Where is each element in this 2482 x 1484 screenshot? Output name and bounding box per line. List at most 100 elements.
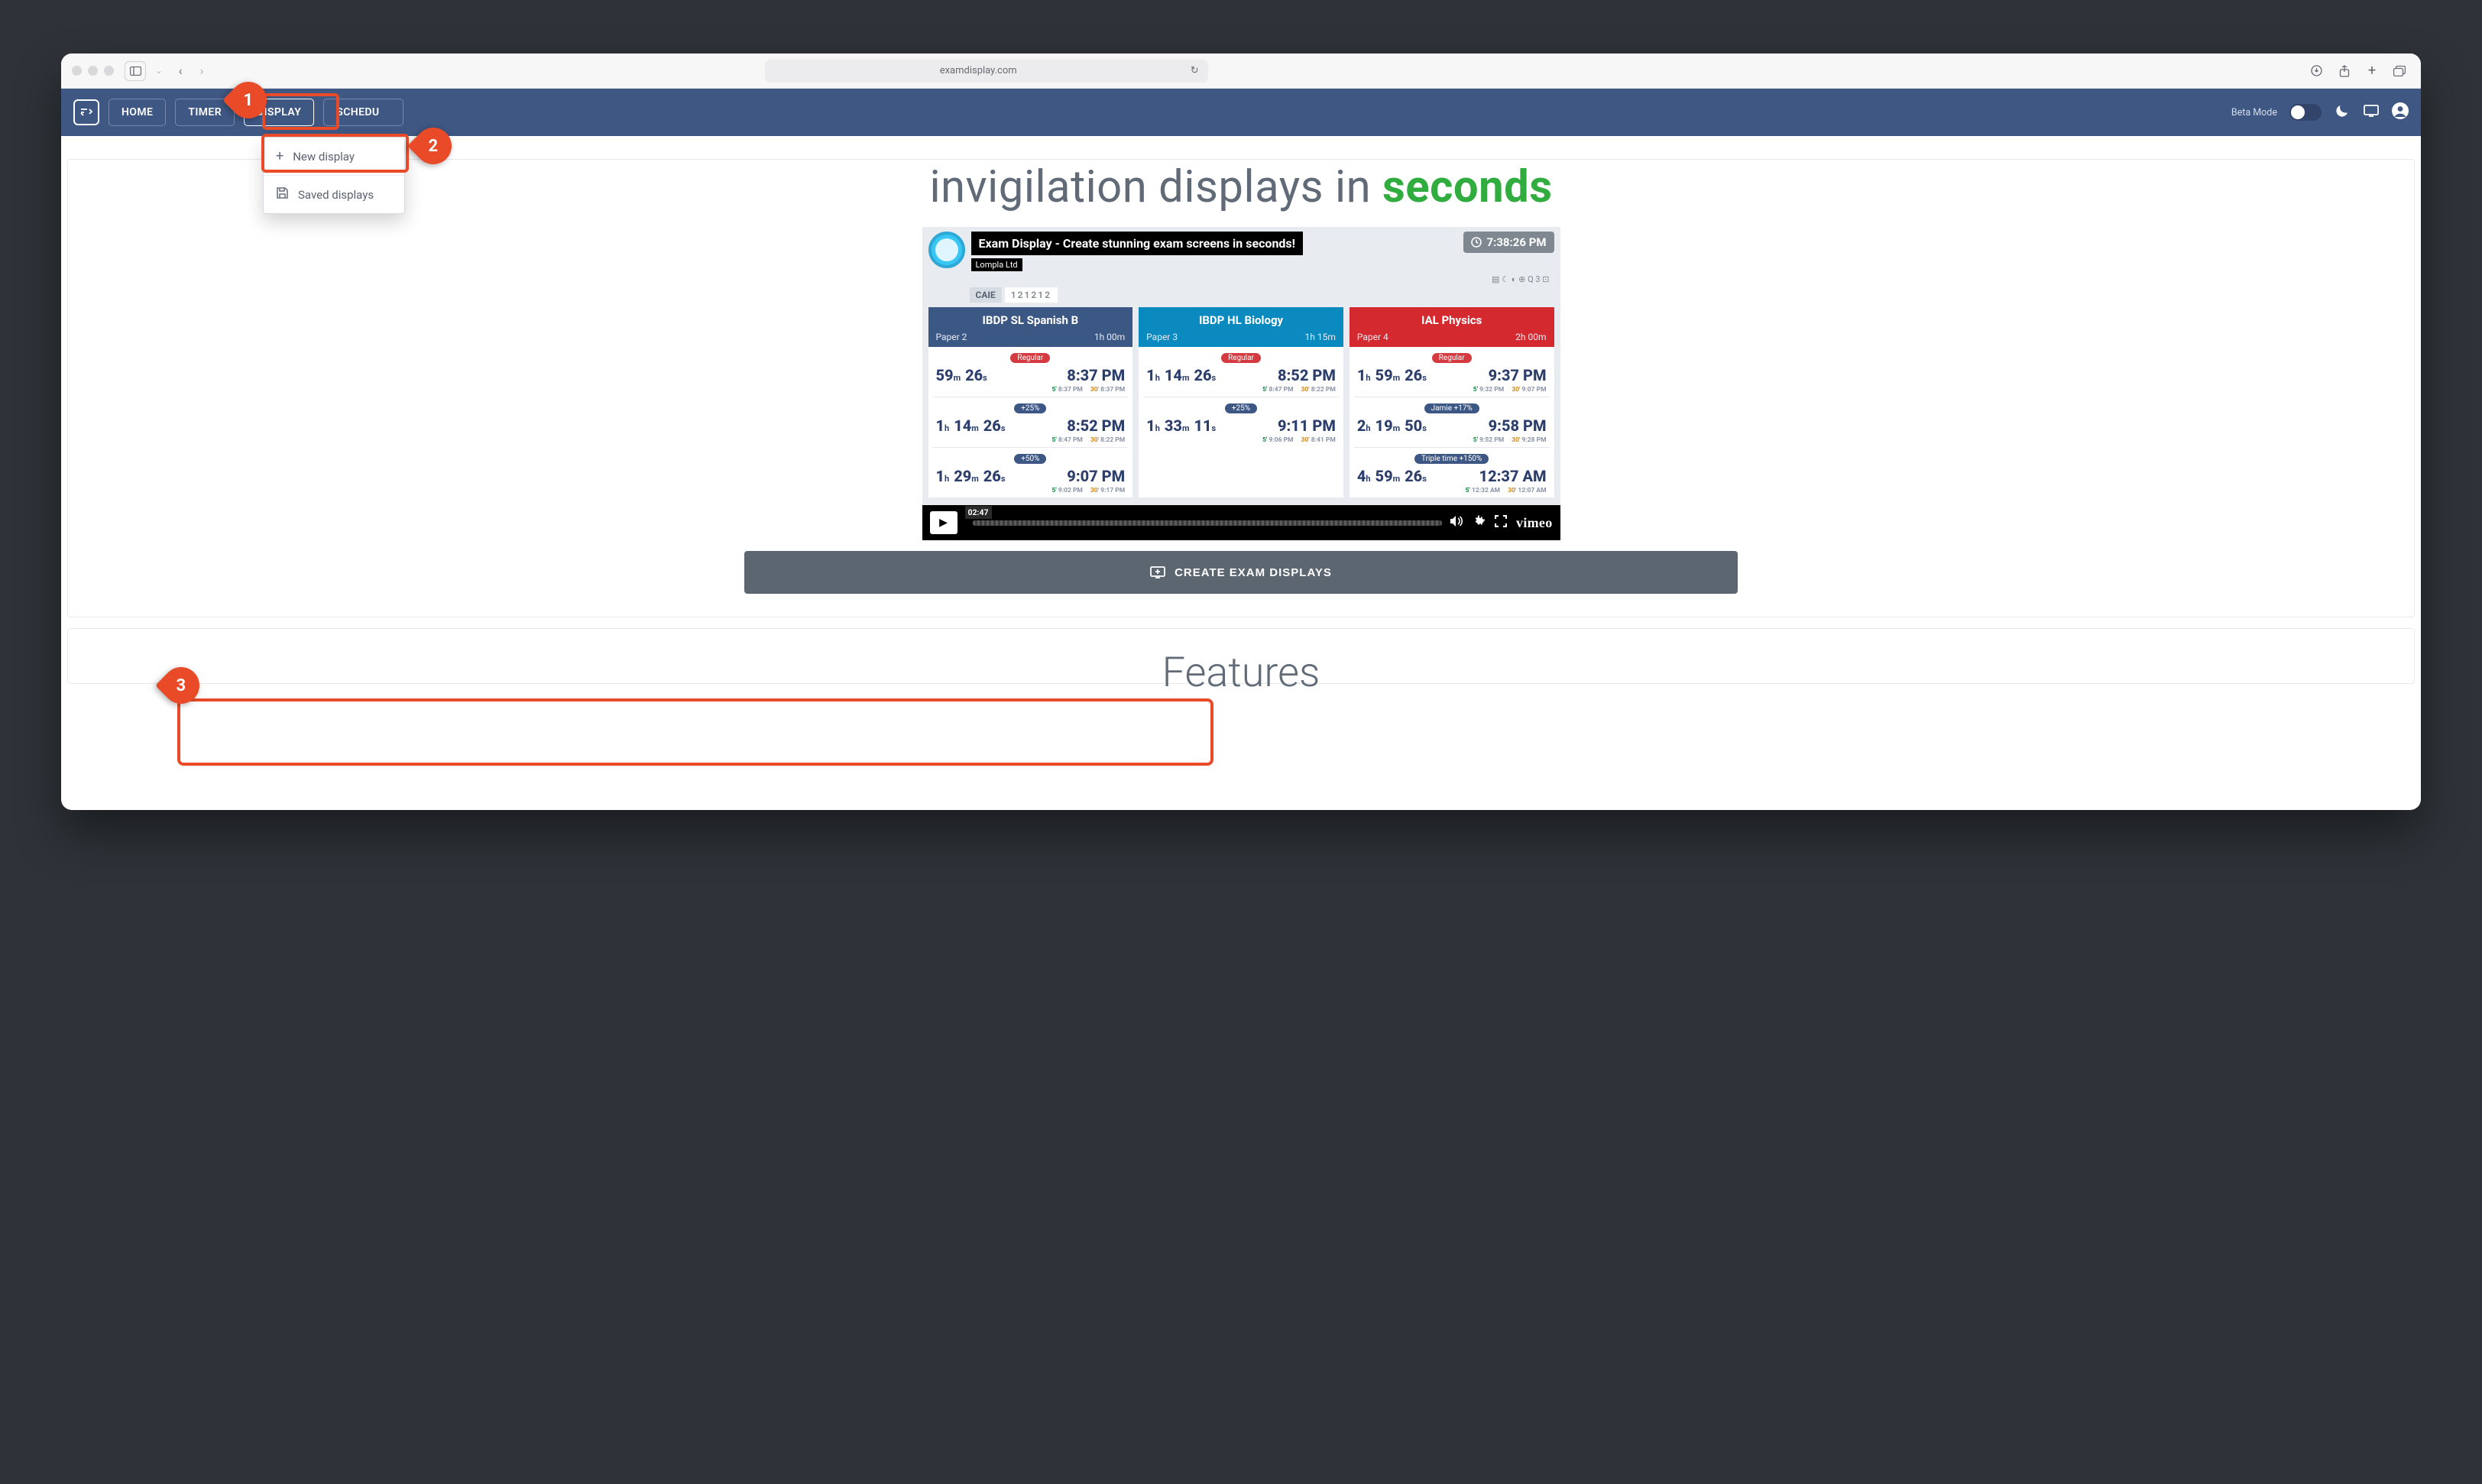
mini-toolbar: ▤ ☾ ◐ ⊕ Q 3 ⊡ <box>970 271 1554 287</box>
video-title: Exam Display - Create stunning exam scre… <box>971 232 1303 255</box>
timer-row: 1h 29m 26s 9:07 PM <box>928 465 1133 487</box>
add-screen-icon <box>1150 566 1165 578</box>
download-icon[interactable] <box>2306 61 2328 81</box>
tabs-icon[interactable] <box>2389 61 2410 81</box>
variant-pill: Triple time +150% <box>1414 454 1489 464</box>
time-remaining: 1h 59m 26s <box>1357 366 1427 384</box>
gear-icon[interactable] <box>1473 515 1486 531</box>
video-timecode: 02:47 <box>965 506 992 519</box>
clock-badge: 7:38:26 PM <box>1463 232 1554 253</box>
moon-icon[interactable] <box>2334 104 2351 122</box>
reload-icon[interactable]: ↻ <box>1191 65 1199 76</box>
nav-home[interactable]: HOME <box>109 99 166 126</box>
address-text: examdisplay.com <box>774 65 1183 76</box>
variant-pill: Regular <box>1432 353 1472 363</box>
volume-icon[interactable] <box>1450 515 1463 530</box>
end-time: 9:07 PM <box>1067 467 1125 485</box>
end-time: 9:11 PM <box>1278 416 1336 435</box>
chip-caie: CAIE <box>970 287 1002 303</box>
card-title: IAL Physics <box>1350 307 1554 329</box>
time-remaining: 1h 29m 26s <box>936 467 1006 485</box>
chip-code: 121212 <box>1005 287 1058 303</box>
page-content: invigilation displays in seconds Exam Di… <box>61 136 2421 684</box>
zoom-dot[interactable] <box>104 66 114 76</box>
card-title: IBDP SL Spanish B <box>928 307 1133 329</box>
timer-row: 1h 59m 26s 9:37 PM <box>1350 365 1554 386</box>
end-time: 8:52 PM <box>1278 366 1336 384</box>
dropdown-new-display[interactable]: + New display <box>264 138 404 175</box>
mini-times: 5' 8:37 PM30' 8:37 PM <box>928 386 1133 397</box>
new-tab-icon[interactable]: + <box>2361 61 2383 81</box>
timer-row: 1h 14m 26s 8:52 PM <box>1139 365 1343 386</box>
forward-icon[interactable]: › <box>193 63 210 78</box>
play-button[interactable]: ▶ <box>930 511 957 534</box>
end-time: 8:37 PM <box>1067 366 1125 384</box>
sidebar-toggle-icon[interactable] <box>125 61 146 81</box>
card-subtitle: Paper 31h 15m <box>1139 329 1343 347</box>
address-bar[interactable]: examdisplay.com ↻ <box>765 60 1208 83</box>
hero-lead: invigilation displays in <box>929 161 1371 213</box>
cta-label: CREATE EXAM DISPLAYS <box>1175 566 1332 579</box>
browser-titlebar: ⌄ ‹ › examdisplay.com ↻ + <box>61 53 2421 89</box>
create-exam-displays-button[interactable]: CREATE EXAM DISPLAYS <box>744 551 1738 594</box>
dropdown-saved-displays[interactable]: Saved displays <box>264 175 404 213</box>
exam-card: IAL Physics Paper 42h 00m Regular 1h 59m… <box>1350 307 1554 497</box>
variant-pill: Regular <box>1010 353 1050 363</box>
video-channel: Lompla Ltd <box>971 258 1022 271</box>
timer-row: 1h 33m 11s 9:11 PM <box>1139 415 1343 436</box>
dropdown-item-label: Saved displays <box>298 188 374 202</box>
display-dropdown: + New display Saved displays <box>263 137 405 214</box>
variant-pill: Regular <box>1221 353 1261 363</box>
hero-heading: invigilation displays in seconds <box>68 161 2414 213</box>
card-title: IBDP HL Biology <box>1139 307 1343 329</box>
end-time: 12:37 AM <box>1479 467 1547 485</box>
time-remaining: 1h 14m 26s <box>1146 366 1217 384</box>
beta-mode-toggle[interactable] <box>2289 104 2322 121</box>
share-icon[interactable] <box>2334 61 2355 81</box>
mini-times: 5' 8:47 PM30' 8:22 PM <box>928 436 1133 447</box>
account-icon[interactable] <box>2392 102 2409 123</box>
app-logo-icon[interactable] <box>73 99 99 125</box>
exam-card: IBDP HL Biology Paper 31h 15m Regular 1h… <box>1139 307 1343 497</box>
highlight-box <box>177 698 1213 766</box>
time-remaining: 2h 19m 50s <box>1357 416 1427 435</box>
browser-window: ⌄ ‹ › examdisplay.com ↻ + <box>61 53 2421 810</box>
mini-times: 5' 9:06 PM30' 8:41 PM <box>1139 436 1343 447</box>
chevron-down-icon[interactable]: ⌄ <box>151 66 167 76</box>
end-time: 8:52 PM <box>1067 416 1125 435</box>
dropdown-item-label: New display <box>293 150 355 164</box>
mini-times: 5' 9:32 PM30' 9:07 PM <box>1350 386 1554 397</box>
timer-row: 59m 26s 8:37 PM <box>928 365 1133 386</box>
nav-schedule[interactable]: SCHEDU <box>323 99 403 126</box>
present-icon[interactable] <box>2363 105 2380 121</box>
video-embed[interactable]: Exam Display - Create stunning exam scre… <box>922 227 1560 540</box>
exam-cards: IBDP SL Spanish B Paper 21h 00m Regular … <box>922 307 1560 505</box>
time-remaining: 59m 26s <box>936 366 988 384</box>
annotation-marker: 2 <box>411 124 455 168</box>
features-heading: Features <box>68 649 2414 697</box>
channel-avatar[interactable] <box>928 232 965 268</box>
variant-pill: +25% <box>1014 403 1046 413</box>
beta-mode-label: Beta Mode <box>2231 107 2277 118</box>
mini-times: 5' 12:32 AM30' 12:07 AM <box>1350 487 1554 497</box>
video-player-bar: ▶ 02:47 <box>922 505 1560 540</box>
timer-row: 1h 14m 26s 8:52 PM <box>928 415 1133 436</box>
save-icon <box>276 186 289 203</box>
minimize-dot[interactable] <box>88 66 98 76</box>
mini-times: 5' 9:02 PM30' 9:17 PM <box>928 487 1133 497</box>
plus-icon: + <box>276 148 284 164</box>
mini-times: 5' 9:52 PM30' 9:28 PM <box>1350 436 1554 447</box>
fullscreen-icon[interactable] <box>1495 515 1507 530</box>
variant-pill: Jamie +17% <box>1424 403 1479 413</box>
hero-accent: seconds <box>1382 161 1553 213</box>
exam-card: IBDP SL Spanish B Paper 21h 00m Regular … <box>928 307 1133 497</box>
time-remaining: 1h 14m 26s <box>936 416 1006 435</box>
timer-row: 2h 19m 50s 9:58 PM <box>1350 415 1554 436</box>
annotation-marker: 3 <box>159 663 203 708</box>
end-time: 9:58 PM <box>1489 416 1547 435</box>
close-dot[interactable] <box>72 66 82 76</box>
back-icon[interactable]: ‹ <box>172 63 189 78</box>
seek-bar[interactable] <box>973 520 1443 526</box>
variant-pill: +50% <box>1014 454 1046 464</box>
vimeo-logo[interactable]: vimeo <box>1516 515 1552 531</box>
